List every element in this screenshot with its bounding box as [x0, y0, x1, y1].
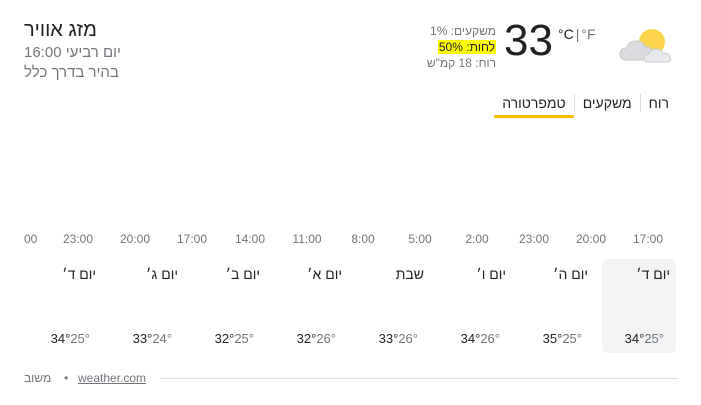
day-high: 34° [624, 331, 645, 346]
hour-label: 23:00 [518, 232, 550, 246]
day-high: 34° [50, 331, 71, 346]
hourly-axis: 17:00 20:00 23:00 2:00 5:00 8:00 11:00 1… [0, 232, 701, 248]
weather-details: משקעים: 1% לחות: 50% רוח: 18 קמ"ש [406, 23, 496, 71]
day-high: 33° [132, 331, 153, 346]
day-name: שבת [395, 266, 424, 282]
day-card[interactable]: יום ד׳ 34°25° [602, 259, 676, 353]
day-temps: 34°26° [461, 331, 506, 346]
partly-cloudy-icon [616, 22, 676, 68]
day-low: 26° [480, 331, 500, 346]
page-title: מזג אוויר [24, 19, 97, 41]
day-name: יום ב׳ [225, 266, 260, 282]
day-temps: 32°25° [215, 331, 260, 346]
footer-divider [160, 378, 678, 379]
unit-toggle: °C | °F [558, 26, 596, 42]
hour-label: 17:00 [176, 232, 208, 246]
day-low: 25° [70, 331, 90, 346]
day-card[interactable]: יום א׳ 32°26° [274, 259, 348, 353]
day-name: יום ג׳ [146, 266, 178, 282]
day-high: 32° [296, 331, 317, 346]
current-condition: בהיר בדרך כלל [24, 64, 119, 81]
hour-label: 5:00 [408, 232, 432, 246]
day-name: יום א׳ [307, 266, 342, 282]
day-name: יום ד׳ [62, 266, 96, 282]
day-low: 25° [644, 331, 664, 346]
day-low: 25° [562, 331, 582, 346]
day-high: 35° [542, 331, 563, 346]
feedback-label[interactable]: משוב [24, 371, 51, 385]
day-card[interactable]: יום ב׳ 32°25° [192, 259, 266, 353]
day-card[interactable]: שבת 33°26° [356, 259, 430, 353]
unit-celsius[interactable]: °C [558, 26, 574, 42]
day-card[interactable]: יום ג׳ 33°24° [110, 259, 184, 353]
day-low: 24° [152, 331, 172, 346]
day-card[interactable]: יום ד׳ 34°25° [28, 259, 102, 353]
day-high: 32° [214, 331, 235, 346]
day-card[interactable]: יום ה׳ 35°25° [520, 259, 594, 353]
day-high: 34° [460, 331, 481, 346]
hour-label: 23:00 [62, 232, 94, 246]
day-name: יום ו׳ [476, 266, 506, 282]
day-temps: 33°26° [379, 331, 424, 346]
day-high: 33° [378, 331, 399, 346]
day-temps: 34°25° [625, 331, 670, 346]
day-card[interactable]: יום ו׳ 34°26° [438, 259, 512, 353]
hour-label: 8:00 [351, 232, 375, 246]
day-temps: 35°25° [543, 331, 588, 346]
daily-forecast: יום ד׳ 34°25° יום ה׳ 35°25° יום ו׳ 34°26… [24, 259, 678, 353]
tab-wind[interactable]: רוח [641, 94, 677, 118]
day-temps: 34°25° [51, 331, 96, 346]
footer: משוב • weather.com [24, 369, 678, 385]
wind-text: רוח: 18 קמ"ש [426, 56, 496, 70]
day-temps: 32°26° [297, 331, 342, 346]
hour-label: 2:00 [465, 232, 489, 246]
day-low: 25° [234, 331, 254, 346]
unit-separator: | [575, 26, 580, 42]
day-low: 26° [316, 331, 336, 346]
hour-label: 11:00 [292, 232, 322, 246]
hour-label: 20:00 [119, 232, 151, 246]
day-name: יום ה׳ [553, 266, 588, 282]
humidity-text: לחות: 50% [437, 40, 496, 54]
location-block: מזג אוויר יום רביעי 16:00 בהיר בדרך כלל [24, 17, 134, 83]
hour-label: 17:00 [632, 232, 664, 246]
current-temperature: 33 [504, 16, 553, 65]
weather-tabs: טמפרטורה משקעים רוח [494, 94, 677, 118]
precip-text: משקעים: 1% [430, 24, 496, 38]
tab-temperature[interactable]: טמפרטורה [494, 94, 574, 118]
footer-dot: • [64, 371, 69, 385]
current-time: יום רביעי 16:00 [24, 44, 121, 61]
unit-fahrenheit[interactable]: °F [581, 26, 595, 42]
day-temps: 33°24° [133, 331, 178, 346]
tab-precipitation[interactable]: משקעים [575, 94, 640, 118]
source-link[interactable]: weather.com [78, 371, 146, 385]
day-name: יום ד׳ [636, 266, 670, 282]
day-low: 26° [398, 331, 418, 346]
hour-label: 20:00 [575, 232, 607, 246]
hour-label: 14:00 [234, 232, 266, 246]
hour-label: 00 [24, 232, 38, 246]
